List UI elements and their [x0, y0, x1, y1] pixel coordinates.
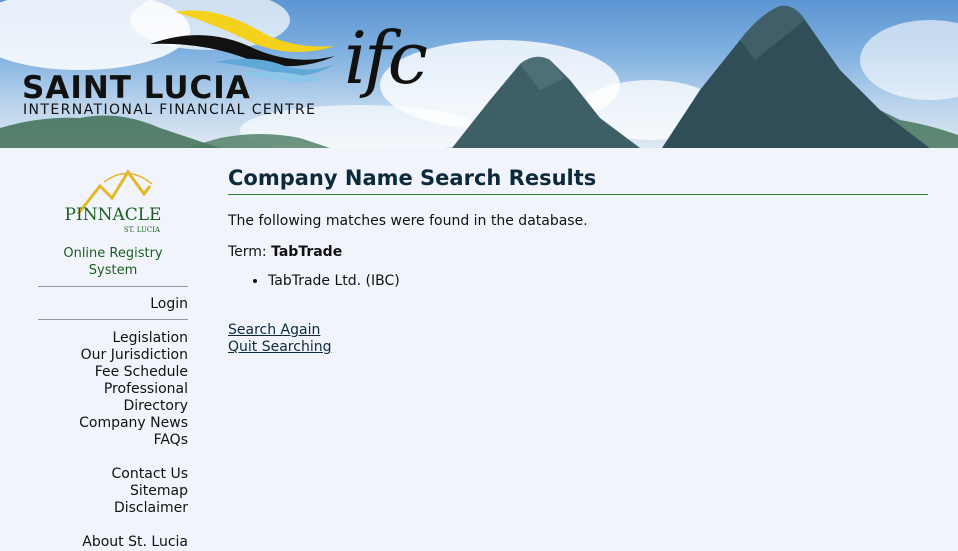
page-title: Company Name Search Results: [228, 166, 928, 195]
nav-faqs[interactable]: FAQs: [38, 432, 188, 449]
logo-ifc-text: ifc: [344, 16, 428, 100]
login-link[interactable]: Login: [38, 296, 188, 313]
sidebar: PINNACLE ST. LUCIA Online Registry Syste…: [38, 160, 188, 551]
registry-label: Online Registry System: [38, 245, 188, 287]
search-term-value: TabTrade: [271, 244, 343, 260]
pinnacle-logo: PINNACLE ST. LUCIA: [65, 169, 162, 234]
nav-contact-us[interactable]: Contact Us: [38, 466, 188, 483]
nav-sitemap[interactable]: Sitemap: [38, 483, 188, 500]
result-actions: Search Again Quit Searching: [228, 322, 928, 356]
nav-legislation[interactable]: Legislation: [38, 330, 188, 347]
search-term: Term: TabTrade: [228, 244, 928, 260]
nav-our-jurisdiction[interactable]: Our Jurisdiction: [38, 347, 188, 364]
logo-subtitle: INTERNATIONAL FINANCIAL CENTRE: [23, 102, 317, 118]
results-list: TabTrade Ltd. (IBC): [228, 273, 928, 289]
pinnacle-subtitle: ST. LUCIA: [124, 226, 161, 234]
pinnacle-name: PINNACLE: [65, 205, 162, 225]
main-content: Company Name Search Results The followin…: [228, 166, 928, 356]
results-intro: The following matches were found in the …: [228, 213, 588, 229]
quit-searching-link[interactable]: Quit Searching: [228, 339, 928, 356]
nav-secondary: Contact Us Sitemap Disclaimer: [38, 466, 188, 517]
search-again-link[interactable]: Search Again: [228, 322, 928, 339]
result-item: TabTrade Ltd. (IBC): [268, 273, 928, 289]
logo-title: SAINT LUCIA: [22, 70, 251, 106]
nav-fee-schedule[interactable]: Fee Schedule: [38, 364, 188, 381]
nav-disclaimer[interactable]: Disclaimer: [38, 500, 188, 517]
nav-tertiary: About St. Lucia: [38, 534, 188, 551]
nav-company-news[interactable]: Company News: [38, 415, 188, 432]
header-banner: SAINT LUCIA INTERNATIONAL FINANCIAL CENT…: [0, 0, 958, 148]
nav-about-st-lucia[interactable]: About St. Lucia: [38, 534, 188, 551]
search-term-label: Term:: [228, 244, 267, 260]
nav-professional-directory[interactable]: Professional Directory: [38, 381, 188, 415]
nav-primary: Legislation Our Jurisdiction Fee Schedul…: [38, 330, 188, 449]
